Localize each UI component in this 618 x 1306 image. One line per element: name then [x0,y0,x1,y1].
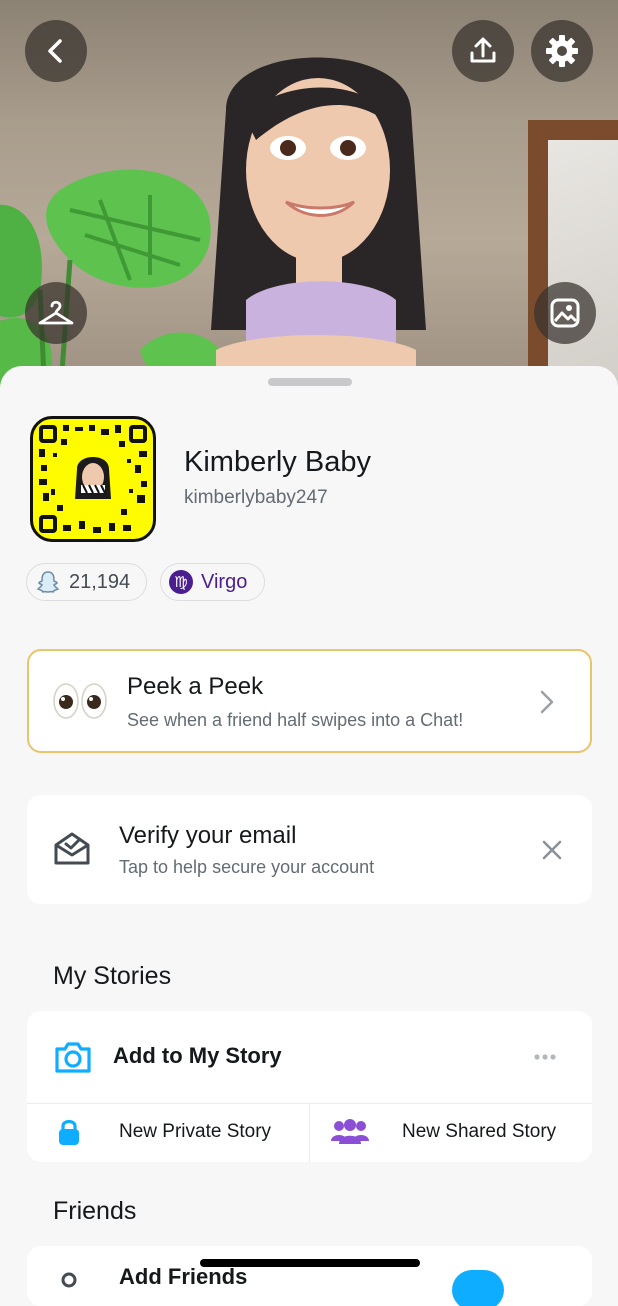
settings-button[interactable] [531,20,593,82]
back-icon [48,39,62,63]
zodiac-label: Virgo [201,570,248,593]
peek-title: Peek a Peek [127,673,264,700]
virgo-icon: ♍ [169,570,193,594]
snap-score-pill[interactable]: 21,194 [26,563,147,601]
snapcode[interactable] [30,416,156,542]
settings-icon [546,35,578,67]
peek-subtitle: See when a friend half swipes into a Cha… [127,710,464,730]
new-private-story-label: New Private Story [119,1121,272,1142]
peek-a-peek-card[interactable]: Peek a Peek See when a friend half swipe… [27,649,592,753]
group-icon [331,1119,369,1144]
back-button[interactable] [25,20,87,82]
verify-subtitle: Tap to help secure your account [119,857,375,877]
snap-score-value: 21,194 [69,570,131,593]
my-stories-heading: My Stories [53,962,172,990]
ghost-icon [36,571,60,594]
eyes-icon [53,683,107,719]
add-to-my-story-row[interactable]: Add to My Story [27,1011,592,1103]
bitmoji-avatar [211,57,426,370]
door-panel [548,140,618,400]
close-icon[interactable] [541,839,563,861]
snapcode-pattern [39,425,147,533]
outfit-button[interactable] [25,282,87,344]
share-button[interactable] [452,20,514,82]
bitmoji-header [0,0,618,400]
friends-heading: Friends [53,1197,137,1225]
home-indicator [200,1259,420,1267]
zodiac-pill[interactable]: ♍ Virgo [160,563,265,601]
more-icon[interactable] [533,1053,557,1061]
new-shared-story-button[interactable]: New Shared Story [310,1104,592,1162]
background-button[interactable] [534,282,596,344]
hanger-icon [38,300,74,325]
add-friends-label: Add Friends [119,1264,248,1289]
display-name: Kimberly Baby [184,446,371,478]
add-friend-icon [61,1272,77,1288]
add-friends-action[interactable] [452,1270,504,1306]
mail-check-icon [54,832,90,865]
chevron-right-icon [540,690,554,714]
new-private-story-button[interactable]: New Private Story [27,1104,309,1162]
my-stories-card: Add to My Story New Private Story New Sh… [27,1011,592,1162]
new-shared-story-label: New Shared Story [402,1121,557,1142]
verify-email-card[interactable]: Verify your email Tap to help secure you… [27,795,592,904]
lock-icon [59,1119,79,1145]
add-to-my-story-label: Add to My Story [113,1043,282,1068]
add-friends-row[interactable]: Add Friends [27,1246,592,1306]
camera-icon [55,1042,91,1073]
gallery-icon [550,298,580,328]
sheet-grabber[interactable] [268,378,352,386]
verify-title: Verify your email [119,822,297,849]
upload-icon [470,37,496,63]
username: kimberlybaby247 [184,487,328,508]
